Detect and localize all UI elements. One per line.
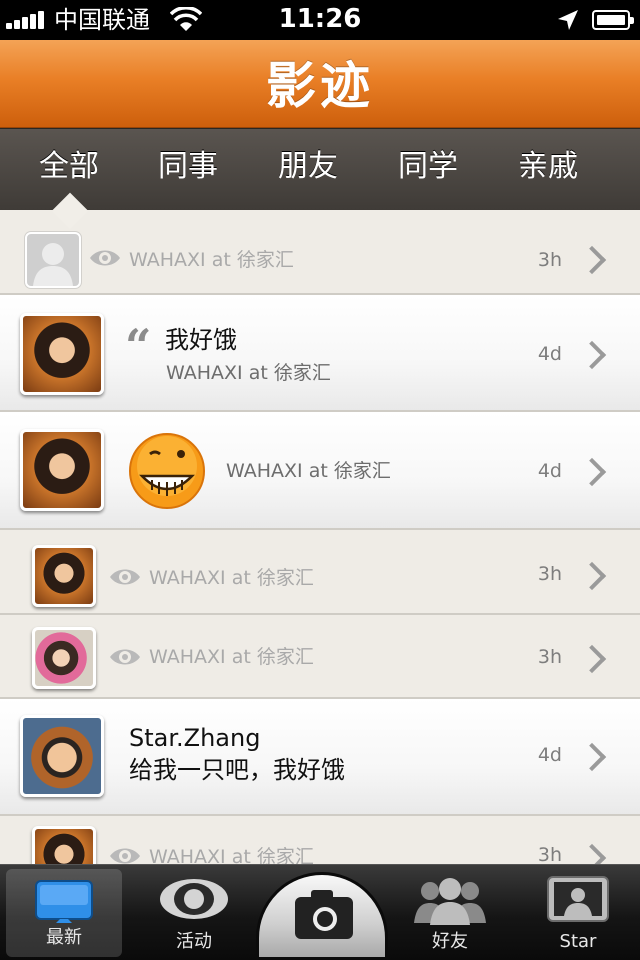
person-silhouette-icon — [33, 243, 73, 286]
tab-label: Star — [559, 931, 597, 952]
post-age: 3h — [537, 646, 562, 668]
post-message: 给我一只吧，我好饿 — [129, 756, 345, 784]
post-age: 3h — [537, 563, 562, 585]
tab-star-profile[interactable]: Star — [520, 865, 636, 960]
tab-latest[interactable]: 最新 — [6, 869, 122, 957]
chevron-right-icon — [577, 457, 607, 487]
chevron-right-icon — [577, 340, 607, 370]
post-age: 3h — [537, 844, 562, 864]
eye-icon — [110, 569, 140, 585]
avatar[interactable] — [32, 545, 96, 607]
tab-label: 活动 — [176, 931, 212, 952]
avatar[interactable] — [20, 313, 104, 395]
tab-classmates[interactable]: 同学 — [368, 147, 488, 187]
app-screen: 中国联通 11:26 影迹 全部 同事 朋友 同学 亲戚 WAHAXI at 徐… — [0, 0, 640, 960]
tab-colleagues[interactable]: 同事 — [128, 147, 248, 187]
post-meta: WAHAXI at 徐家汇 — [149, 846, 314, 864]
post-meta: WAHAXI at 徐家汇 — [166, 362, 331, 384]
grinning-face-emoji-icon — [129, 433, 205, 509]
avatar[interactable] — [20, 715, 104, 797]
tab-friends[interactable]: 好友 — [392, 865, 508, 960]
category-tabs: 全部 同事 朋友 同学 亲戚 — [0, 128, 640, 210]
tab-all[interactable]: 全部 — [9, 147, 129, 187]
tab-relatives[interactable]: 亲戚 — [488, 147, 608, 187]
profile-icon — [547, 876, 609, 922]
post-meta: WAHAXI at 徐家汇 — [129, 249, 294, 271]
post-age: 3h — [537, 249, 562, 271]
chevron-right-icon — [577, 843, 607, 864]
post-age: 4d — [537, 460, 562, 482]
feed-item[interactable]: Star.Zhang 给我一只吧，我好饿 4d — [0, 699, 640, 816]
avatar[interactable] — [20, 429, 104, 511]
feed-item[interactable]: WAHAXI at 徐家汇 3h — [0, 210, 640, 295]
feed-item[interactable]: WAHAXI at 徐家汇 3h — [0, 816, 640, 864]
post-age: 4d — [537, 343, 562, 365]
eye-icon — [110, 848, 140, 864]
post-title: 我好饿 — [165, 326, 237, 354]
app-header: 影迹 — [0, 40, 640, 128]
location-arrow-icon — [558, 10, 578, 30]
feed-item[interactable]: WAHAXI at 徐家汇 3h — [0, 530, 640, 615]
feed-item[interactable]: “ 我好饿 WAHAXI at 徐家汇 4d — [0, 295, 640, 412]
monitor-icon — [35, 880, 93, 923]
chevron-right-icon — [577, 561, 607, 591]
feed-item[interactable]: WAHAXI at 徐家汇 4d — [0, 412, 640, 530]
app-logo: 影迹 — [266, 57, 374, 115]
eye-icon — [110, 649, 140, 665]
tab-activity[interactable]: 活动 — [136, 865, 252, 960]
tab-friends[interactable]: 朋友 — [248, 147, 368, 187]
tab-label: 最新 — [46, 927, 82, 948]
eye-icon — [160, 879, 228, 919]
chevron-right-icon — [577, 644, 607, 674]
feed-item[interactable]: WAHAXI at 徐家汇 3h — [0, 615, 640, 699]
chevron-right-icon — [577, 742, 607, 772]
avatar[interactable] — [32, 627, 96, 689]
people-icon — [414, 878, 486, 925]
post-age: 4d — [537, 744, 562, 766]
post-meta: WAHAXI at 徐家汇 — [226, 460, 391, 482]
camera-icon — [295, 890, 353, 939]
post-meta: WAHAXI at 徐家汇 — [149, 567, 314, 589]
status-bar: 中国联通 11:26 — [0, 0, 640, 40]
post-meta: WAHAXI at 徐家汇 — [149, 646, 314, 668]
avatar[interactable] — [32, 826, 96, 864]
eye-icon — [90, 250, 120, 266]
tab-label: 好友 — [432, 931, 468, 952]
chevron-right-icon — [577, 245, 607, 275]
avatar-placeholder — [25, 232, 81, 288]
status-time: 11:26 — [278, 4, 362, 34]
quote-icon: “ — [125, 319, 152, 373]
battery-icon — [592, 10, 634, 30]
feed-list[interactable]: WAHAXI at 徐家汇 3h “ 我好饿 WAHAXI at 徐家汇 4d — [0, 210, 640, 864]
post-author: Star.Zhang — [129, 724, 261, 752]
